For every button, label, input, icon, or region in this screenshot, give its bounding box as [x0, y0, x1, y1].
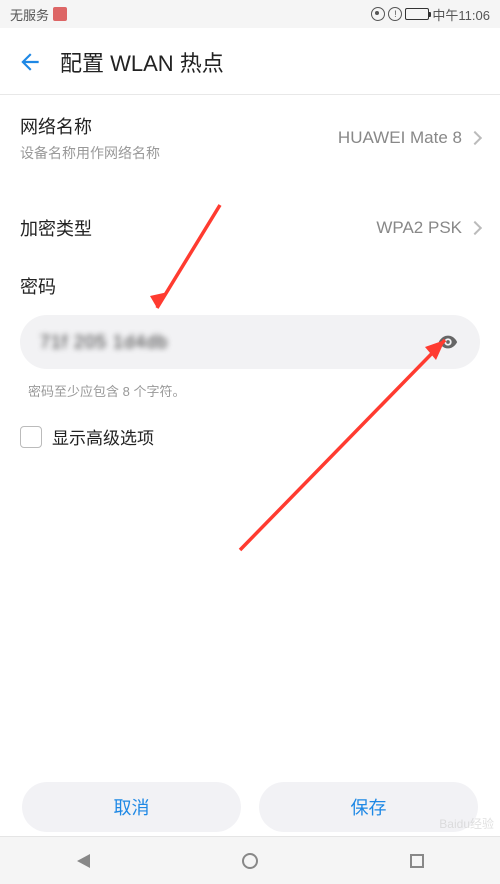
back-icon [77, 854, 90, 868]
network-name-right: HUAWEI Mate 8 [338, 128, 480, 148]
battery-icon [405, 8, 429, 20]
content: 网络名称 设备名称用作网络名称 HUAWEI Mate 8 加密类型 WPA2 … [0, 95, 500, 473]
time-text: 中午11:06 [432, 5, 490, 24]
encryption-row[interactable]: 加密类型 WPA2 PSK [20, 197, 480, 259]
encryption-right: WPA2 PSK [376, 218, 480, 238]
nav-bar [0, 836, 500, 884]
nav-recent-button[interactable] [387, 854, 447, 868]
advanced-checkbox[interactable] [20, 426, 42, 448]
eye-icon [437, 331, 459, 353]
network-name-label: 网络名称 [20, 113, 160, 139]
notification-icon: ! [388, 7, 402, 21]
password-field[interactable]: 71f 205 1d4db [20, 315, 480, 369]
status-bar: 无服务 ! 中午11:06 [0, 0, 500, 28]
recent-icon [410, 854, 424, 868]
status-right: ! 中午11:06 [371, 5, 490, 24]
nav-home-button[interactable] [220, 853, 280, 869]
network-name-row[interactable]: 网络名称 设备名称用作网络名称 HUAWEI Mate 8 [20, 95, 480, 181]
signal-icon [53, 7, 67, 21]
chevron-right-icon [468, 131, 482, 145]
page-title: 配置 WLAN 热点 [60, 46, 224, 78]
encryption-left: 加密类型 [20, 215, 92, 241]
cancel-button[interactable]: 取消 [22, 782, 241, 832]
advanced-label: 显示高级选项 [52, 424, 154, 449]
page-header: 配置 WLAN 热点 [0, 28, 500, 94]
chevron-right-icon [468, 221, 482, 235]
network-name-left: 网络名称 设备名称用作网络名称 [20, 113, 160, 163]
network-name-value: HUAWEI Mate 8 [338, 128, 462, 148]
password-value: 71f 205 1d4db [40, 332, 168, 353]
watermark: Baidu经验 [439, 815, 494, 832]
advanced-options-row[interactable]: 显示高级选项 [20, 400, 480, 473]
no-service-text: 无服务 [10, 5, 49, 24]
bottom-buttons: 取消 保存 [0, 782, 500, 832]
toggle-visibility-button[interactable] [436, 330, 460, 354]
status-left: 无服务 [10, 5, 67, 24]
password-label: 密码 [20, 259, 480, 307]
hotspot-icon [371, 7, 385, 21]
encryption-value: WPA2 PSK [376, 218, 462, 238]
home-icon [242, 853, 258, 869]
network-name-subtitle: 设备名称用作网络名称 [20, 143, 160, 163]
password-hint: 密码至少应包含 8 个字符。 [20, 369, 480, 400]
encryption-label: 加密类型 [20, 215, 92, 241]
nav-back-button[interactable] [53, 854, 113, 868]
back-button[interactable] [16, 48, 44, 76]
